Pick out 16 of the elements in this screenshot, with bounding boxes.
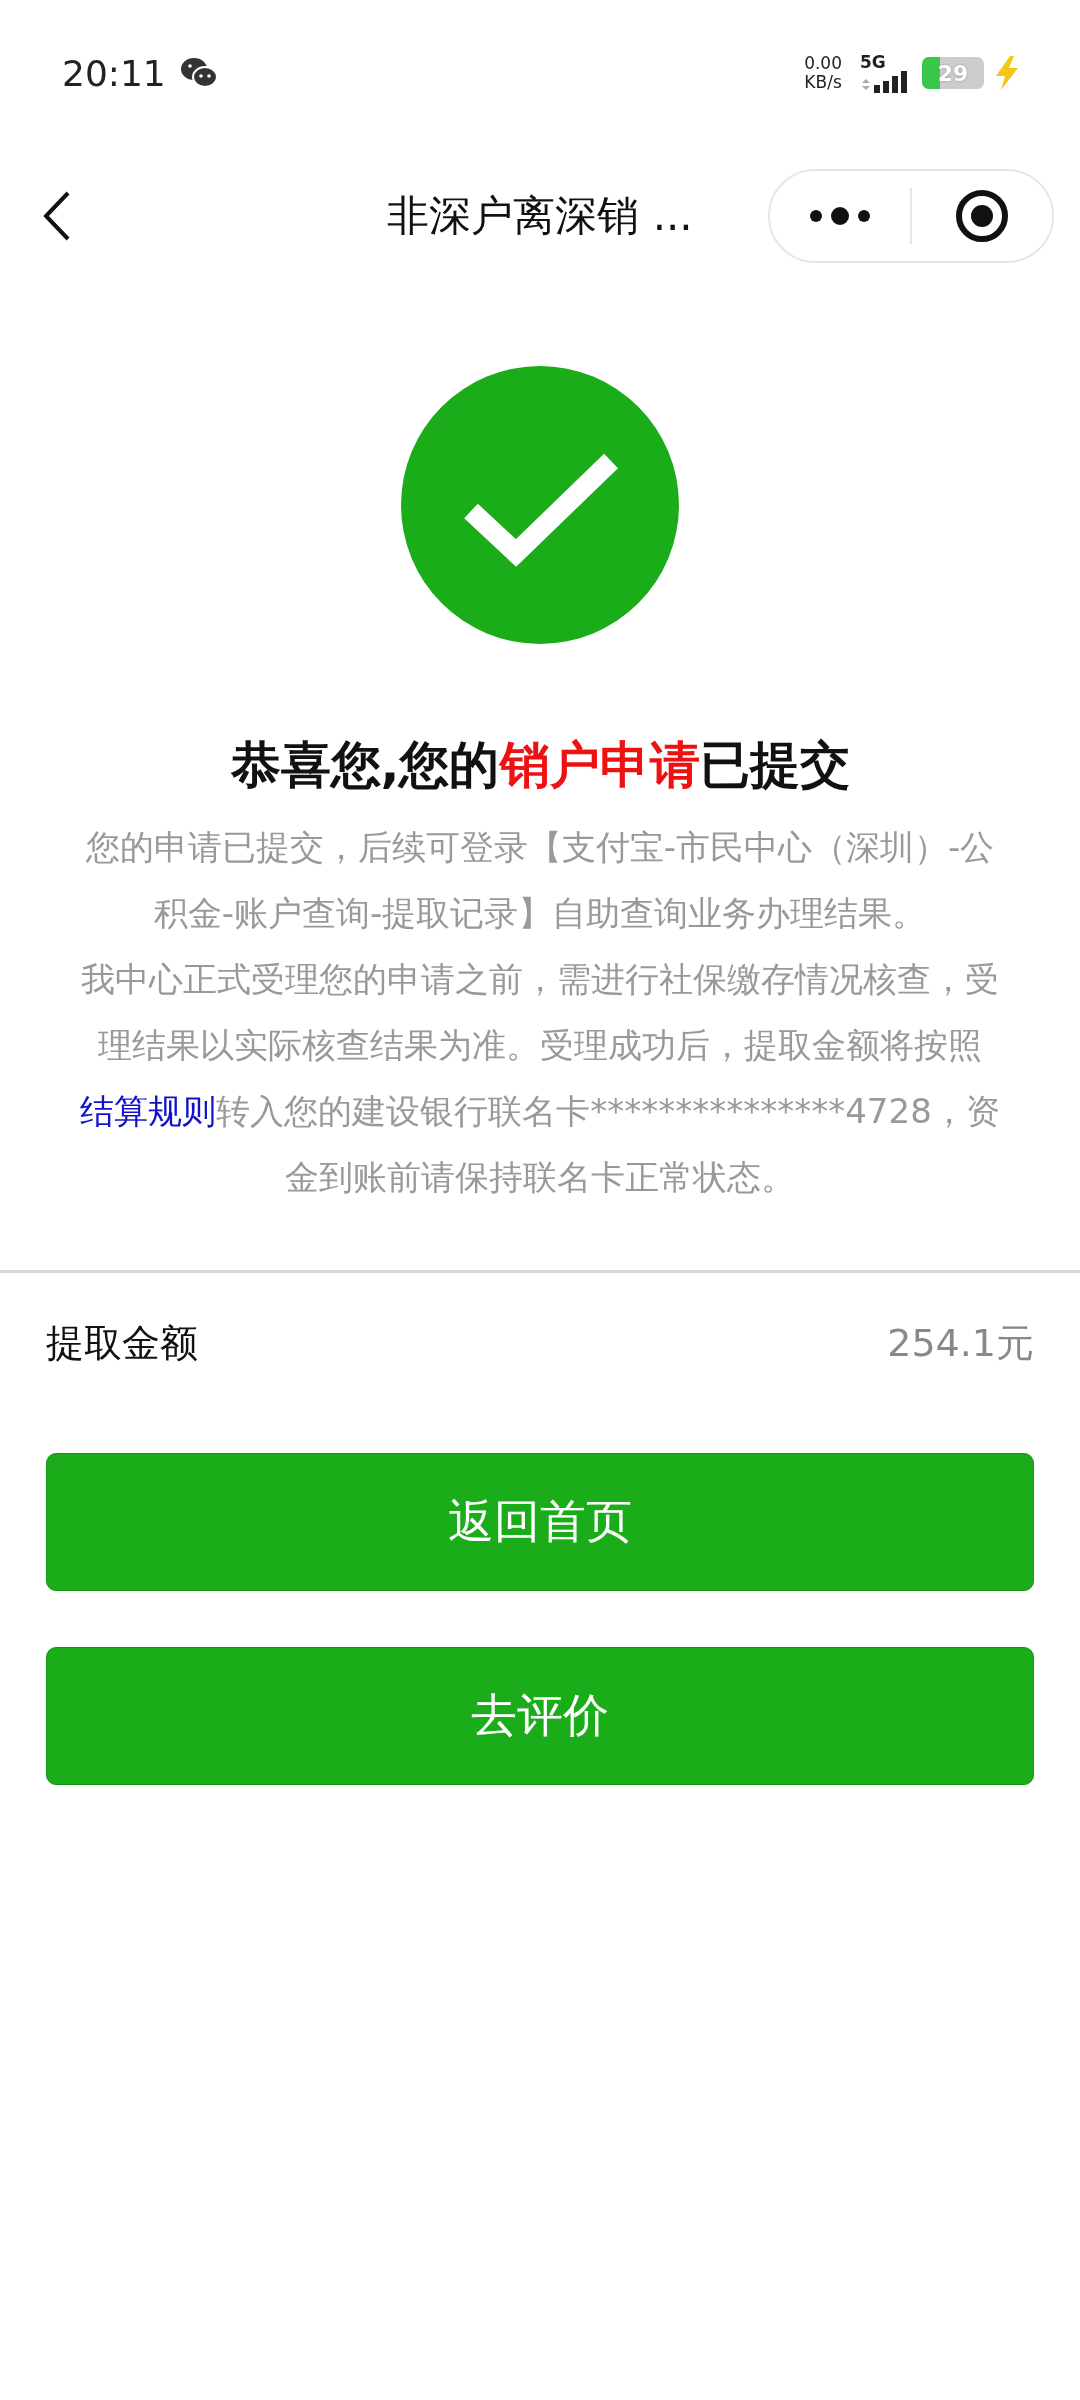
- target-icon: [954, 188, 1010, 244]
- network-type: 5G: [860, 53, 887, 71]
- rules-link[interactable]: 结算规则: [80, 1091, 217, 1131]
- signal-icon: [860, 71, 910, 93]
- success-check-icon: [401, 366, 679, 644]
- amount-value: 254.1元: [887, 1319, 1034, 1367]
- result-title: 恭喜您,您的销户申请已提交: [229, 735, 851, 796]
- more-dots-icon: [808, 206, 872, 226]
- status-time: 20:11: [62, 52, 166, 94]
- home-button[interactable]: 返回首页: [46, 1453, 1034, 1591]
- page-title: 非深户离深销 ...: [386, 190, 694, 242]
- network-speed: 0.00 KB/s: [804, 54, 842, 92]
- notice-text: 您的申请已提交，后续可登录【支付宝-市民中心（深圳）-公积金-账户查询-提取记录】自助查询业务办理结果。: [84, 826, 996, 935]
- notice-text: 我中心正式受理您的申请之前，需进行社保缴存情况核查，受理结果以实际核查结果为准。受理成功后，提取金额将按照 结算规则转入您的建设银行联名卡***************4728，资 金到账前请保持联名卡正常状态。: [80, 958, 1000, 1199]
- amount-label: 提取金额: [46, 1319, 198, 1367]
- review-button[interactable]: 去评价: [46, 1647, 1034, 1785]
